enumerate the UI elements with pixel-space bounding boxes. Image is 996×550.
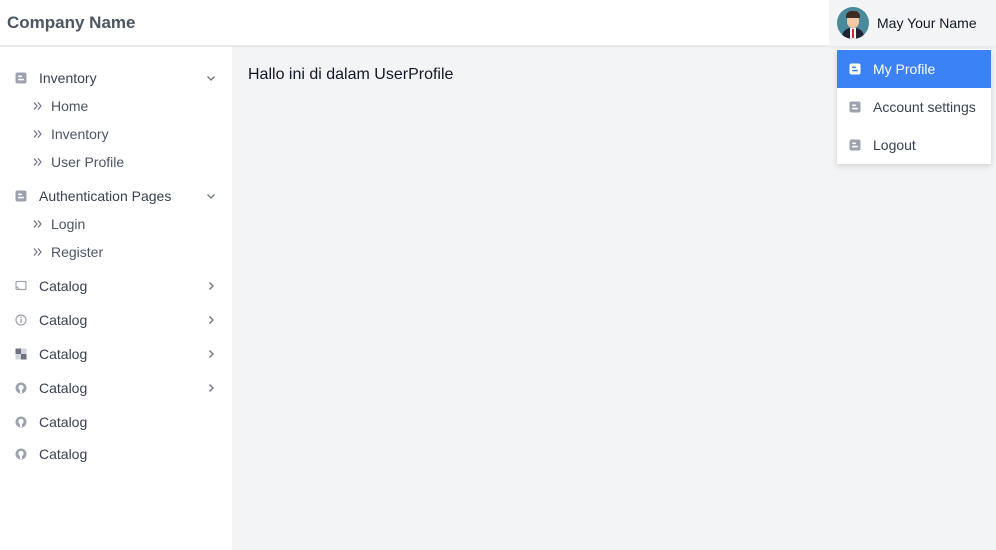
sidebar-item-label: Catalog — [39, 446, 88, 462]
sidebar-item-user-profile[interactable]: User Profile — [0, 149, 232, 175]
sidebar-item-catalog[interactable]: Catalog — [0, 374, 232, 402]
menu-item-account-settings[interactable]: Account settings — [837, 88, 991, 126]
checker-icon — [15, 348, 27, 360]
sidebar-item-login[interactable]: Login — [0, 211, 232, 237]
github-icon — [15, 382, 27, 394]
user-menu-toggle[interactable]: May Your Name — [829, 0, 996, 46]
chevron-right-icon — [209, 282, 214, 290]
sidebar-item-label: Inventory — [51, 126, 109, 142]
menu-item-my-profile[interactable]: My Profile — [837, 50, 991, 88]
chevron-down-icon — [207, 76, 215, 81]
sidebar-item-label: Register — [51, 244, 104, 260]
blogger-icon — [849, 63, 861, 75]
sidebar-group-label: Inventory — [39, 70, 97, 86]
chevron-down-icon — [207, 194, 215, 199]
double-chevron-right-icon — [33, 220, 42, 228]
sidebar: Inventory Home Inventory User Profile Au… — [0, 47, 232, 550]
avatar — [837, 7, 869, 39]
double-chevron-right-icon — [33, 248, 42, 256]
sidebar-item-catalog[interactable]: Catalog — [0, 408, 232, 436]
brand-title[interactable]: Company Name — [7, 13, 135, 33]
blogger-icon — [849, 101, 861, 113]
sidebar-item-catalog[interactable]: Catalog — [0, 440, 232, 468]
sidebar-item-catalog[interactable]: Catalog — [0, 272, 232, 300]
github-icon — [15, 416, 27, 428]
sidebar-item-label: Catalog — [39, 380, 88, 396]
menu-item-label: My Profile — [873, 61, 936, 77]
sidebar-item-label: Catalog — [39, 414, 88, 430]
blogger-icon — [15, 72, 27, 84]
sidebar-item-label: Catalog — [39, 346, 88, 362]
sidebar-item-inventory[interactable]: Inventory — [0, 121, 232, 147]
top-bar: Company Name May Your Name — [0, 0, 996, 46]
chevron-right-icon — [209, 384, 214, 392]
sidebar-item-label: Catalog — [39, 312, 88, 328]
sidebar-item-catalog[interactable]: Catalog — [0, 340, 232, 368]
sidebar-item-label: User Profile — [51, 154, 125, 170]
sidebar-item-label: Login — [51, 216, 86, 232]
sidebar-item-home[interactable]: Home — [0, 93, 232, 119]
user-dropdown-menu: My Profile Account settings Logout — [837, 49, 991, 164]
double-chevron-right-icon — [33, 158, 42, 166]
cast-icon — [15, 280, 27, 291]
sidebar-group-label: Authentication Pages — [39, 188, 172, 204]
blogger-icon — [849, 139, 861, 151]
sidebar-item-label: Home — [51, 98, 89, 114]
double-chevron-right-icon — [33, 102, 42, 110]
sidebar-item-register[interactable]: Register — [0, 239, 232, 265]
sidebar-item-catalog[interactable]: Catalog — [0, 306, 232, 334]
info-icon — [15, 314, 27, 326]
chevron-right-icon — [209, 316, 214, 324]
github-icon — [15, 448, 27, 460]
blogger-icon — [15, 190, 27, 202]
sidebar-item-label: Catalog — [39, 278, 88, 294]
double-chevron-right-icon — [33, 130, 42, 138]
page-message: Hallo ini di dalam UserProfile — [248, 66, 454, 83]
menu-item-logout[interactable]: Logout — [837, 126, 991, 164]
sidebar-group-authentication[interactable]: Authentication Pages — [0, 182, 232, 210]
sidebar-group-inventory[interactable]: Inventory — [0, 64, 232, 92]
chevron-right-icon — [209, 350, 214, 358]
menu-item-label: Account settings — [873, 99, 976, 115]
menu-item-label: Logout — [873, 137, 916, 153]
user-name: May Your Name — [877, 15, 977, 31]
